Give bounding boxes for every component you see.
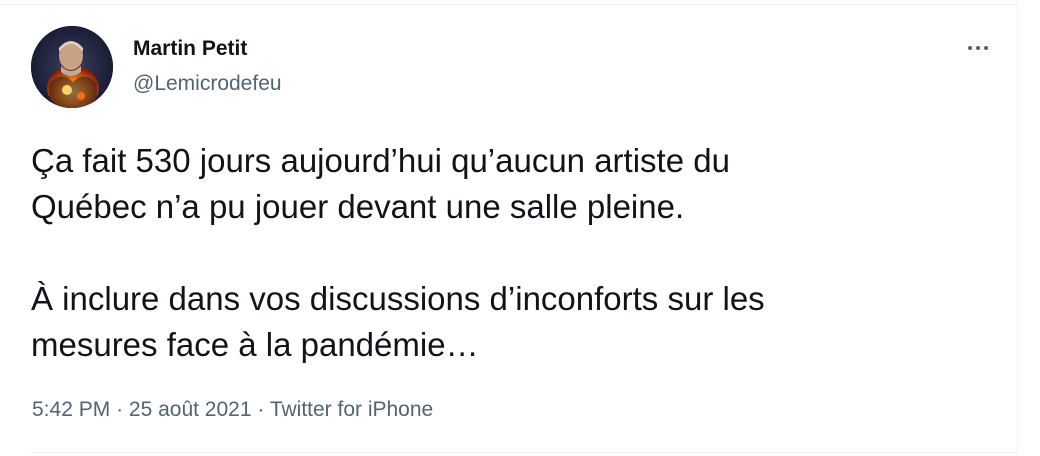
tweet-date[interactable]: 25 août 2021 (129, 398, 252, 421)
meta-separator: · (257, 398, 270, 421)
meta-separator: · (116, 398, 129, 421)
tweet-text: Ça fait 530 jours aujourd’hui qu’aucun a… (31, 138, 991, 368)
more-options-button[interactable] (958, 34, 998, 62)
tweet-source[interactable]: Twitter for iPhone (270, 398, 433, 421)
tweet-text-line: À inclure dans vos discussions d’inconfo… (31, 280, 765, 317)
bottom-divider (30, 452, 1018, 453)
profile-photo-icon (31, 26, 113, 108)
tweet-text-line: Ça fait 530 jours aujourd’hui qu’aucun a… (31, 142, 730, 179)
more-horizontal-icon (984, 46, 988, 50)
author-name[interactable]: Martin Petit (133, 36, 247, 62)
more-horizontal-icon (976, 46, 980, 50)
tweet-text-line: mesures face à la pandémie… (31, 326, 479, 363)
tweet-card: Martin Petit @Lemicrodefeu Ça fait 530 j… (0, 0, 1018, 456)
tweet-meta: 5:42 PM · 25 août 2021 · Twitter for iPh… (32, 396, 433, 424)
top-divider (0, 4, 1018, 5)
more-horizontal-icon (968, 46, 972, 50)
tweet-text-line: Québec n’a pu jouer devant une salle ple… (31, 188, 685, 225)
tweet-time[interactable]: 5:42 PM (32, 398, 110, 421)
author-handle[interactable]: @Lemicrodefeu (133, 71, 282, 97)
avatar[interactable] (31, 26, 113, 108)
